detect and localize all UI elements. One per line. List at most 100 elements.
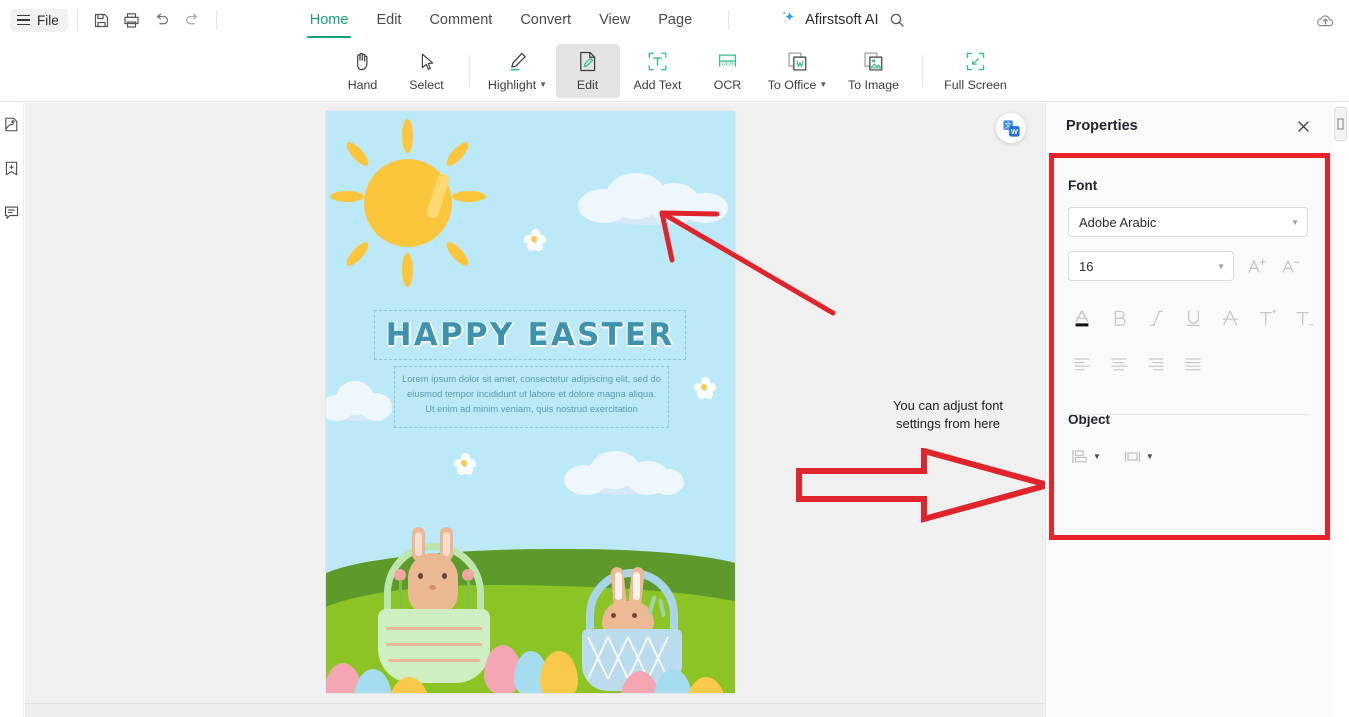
redo-icon[interactable]: [177, 6, 207, 34]
tab-convert[interactable]: Convert: [506, 0, 585, 40]
flower-illustration: [694, 377, 716, 399]
tool-add-text[interactable]: Add Text: [620, 44, 696, 98]
close-icon[interactable]: [1292, 115, 1314, 137]
tab-comment[interactable]: Comment: [415, 0, 506, 40]
callout-line-1: You can adjust font: [892, 398, 1004, 413]
pdf-body-text: Lorem ipsum dolor sit amet, consectetur …: [402, 373, 661, 414]
align-center-icon[interactable]: [1101, 349, 1137, 379]
afirstsoft-ai-label: Afirstsoft AI: [805, 12, 879, 28]
main-tabs: Home Edit Comment Convert View Page: [296, 0, 706, 40]
decrease-font-size-icon[interactable]: [1276, 252, 1304, 280]
italic-icon[interactable]: [1138, 303, 1174, 333]
tool-ocr[interactable]: OCR OCR: [696, 44, 760, 98]
chevron-down-icon: ▼: [1217, 261, 1225, 271]
tool-hand-label: Hand: [347, 77, 378, 92]
tool-full-screen[interactable]: Full Screen: [933, 44, 1019, 98]
tool-ocr-label: OCR: [713, 77, 742, 92]
sparkle-icon: [780, 9, 797, 31]
print-icon[interactable]: [117, 6, 147, 34]
cursor-arrow-icon: [416, 50, 438, 74]
tab-view[interactable]: View: [585, 0, 644, 40]
chevron-down-icon[interactable]: ▼: [819, 80, 827, 89]
font-size-value: 16: [1079, 258, 1094, 274]
application-window: File Home Edit Comment Convert View Page…: [0, 0, 1349, 717]
font-family-select[interactable]: Adobe Arabic ▼: [1068, 207, 1308, 237]
horizontal-scrollbar[interactable]: [25, 703, 1045, 717]
font-size-row: 16 ▼: [1054, 237, 1325, 281]
tab-edit[interactable]: Edit: [362, 0, 415, 40]
highlighter-pen-icon: [506, 50, 529, 74]
divider: [921, 54, 923, 87]
search-icon[interactable]: [882, 6, 912, 34]
bookmark-add-icon[interactable]: [1, 157, 23, 179]
tool-select-label: Select: [409, 77, 444, 92]
increase-font-size-icon[interactable]: [1242, 252, 1270, 280]
document-viewer[interactable]: HAPPY EASTER Lorem ipsum dolor sit amet,…: [25, 103, 1045, 717]
section-divider: [1068, 414, 1309, 415]
tool-hand[interactable]: Hand: [331, 44, 395, 98]
full-screen-icon: [964, 50, 987, 74]
ocr-icon: OCR: [716, 50, 739, 74]
afirstsoft-ai-button[interactable]: Afirstsoft AI: [780, 9, 878, 31]
chevron-down-icon: ▼: [1291, 217, 1299, 227]
divider: [468, 54, 470, 87]
align-left-icon[interactable]: [1064, 349, 1100, 379]
divider: [215, 10, 217, 30]
tool-to-image[interactable]: To Image: [836, 44, 912, 98]
tab-home[interactable]: Home: [296, 0, 363, 40]
tool-full-screen-label: Full Screen: [944, 77, 1007, 92]
align-justify-icon[interactable]: [1175, 349, 1211, 379]
tool-highlight[interactable]: Highlight ▼: [480, 44, 556, 98]
underline-icon[interactable]: [1175, 303, 1211, 333]
text-format-buttons: [1064, 303, 1325, 333]
chevron-down-icon: ▼: [1145, 452, 1154, 461]
tab-page[interactable]: Page: [644, 0, 706, 40]
annotation-arrow-to-edit: [659, 210, 836, 316]
pdf-title-text: HAPPY EASTER: [385, 317, 675, 353]
comment-list-icon[interactable]: [1, 201, 23, 223]
subscript-icon[interactable]: [1286, 303, 1322, 333]
tool-edit-label: Edit: [576, 77, 599, 92]
chevron-down-icon[interactable]: ▼: [539, 80, 547, 89]
undo-icon[interactable]: [147, 6, 177, 34]
properties-header: Properties: [1046, 103, 1332, 149]
tool-to-office-label: To Office: [767, 77, 817, 92]
tool-select[interactable]: Select: [395, 44, 459, 98]
superscript-icon[interactable]: [1249, 303, 1285, 333]
file-menu-button[interactable]: File: [10, 8, 68, 32]
font-size-select[interactable]: 16 ▼: [1068, 251, 1234, 281]
align-right-icon[interactable]: [1138, 349, 1174, 379]
cloud-illustration: [326, 379, 394, 423]
strikethrough-icon[interactable]: [1212, 303, 1248, 333]
object-align-icon[interactable]: ▼: [1066, 443, 1105, 470]
tool-to-office[interactable]: To Office ▼: [760, 44, 836, 98]
divider: [76, 10, 78, 30]
annotation-callout-text: You can adjust font settings from here: [878, 397, 1018, 433]
ribbon-toolbar: Hand Select Highlight ▼ Edit Add Text OC…: [0, 40, 1349, 102]
tool-highlight-label: Highlight: [487, 77, 537, 92]
tool-add-text-label: Add Text: [633, 77, 682, 92]
svg-text:OCR: OCR: [722, 61, 734, 67]
text-align-buttons: [1064, 349, 1325, 379]
translate-icon[interactable]: 文 W: [996, 113, 1026, 143]
bold-icon[interactable]: [1101, 303, 1137, 333]
font-family-value: Adobe Arabic: [1079, 214, 1157, 230]
callout-line-2: settings from here: [895, 416, 1001, 431]
easter-basket-bunny-left: [378, 527, 490, 683]
chevron-down-icon: ▼: [1093, 452, 1101, 461]
cloud-upload-icon[interactable]: [1313, 9, 1337, 33]
tool-edit[interactable]: Edit: [555, 43, 620, 98]
vertical-scrollbar[interactable]: [1343, 103, 1349, 717]
save-icon[interactable]: [87, 6, 117, 34]
font-color-icon[interactable]: [1064, 303, 1100, 333]
annotation-big-arrow: [796, 448, 1045, 523]
pdf-body-textbox[interactable]: Lorem ipsum dolor sit amet, consectetur …: [394, 366, 669, 428]
flower-illustration: [454, 453, 476, 475]
title-bar: File Home Edit Comment Convert View Page…: [0, 0, 1349, 40]
font-section-title: Font: [1068, 178, 1098, 193]
object-distribute-icon[interactable]: ▼: [1119, 443, 1158, 470]
hand-icon: [351, 50, 374, 74]
properties-title: Properties: [1066, 118, 1138, 134]
add-text-icon: [646, 50, 669, 74]
page-thumbnails-icon[interactable]: [1, 113, 23, 135]
